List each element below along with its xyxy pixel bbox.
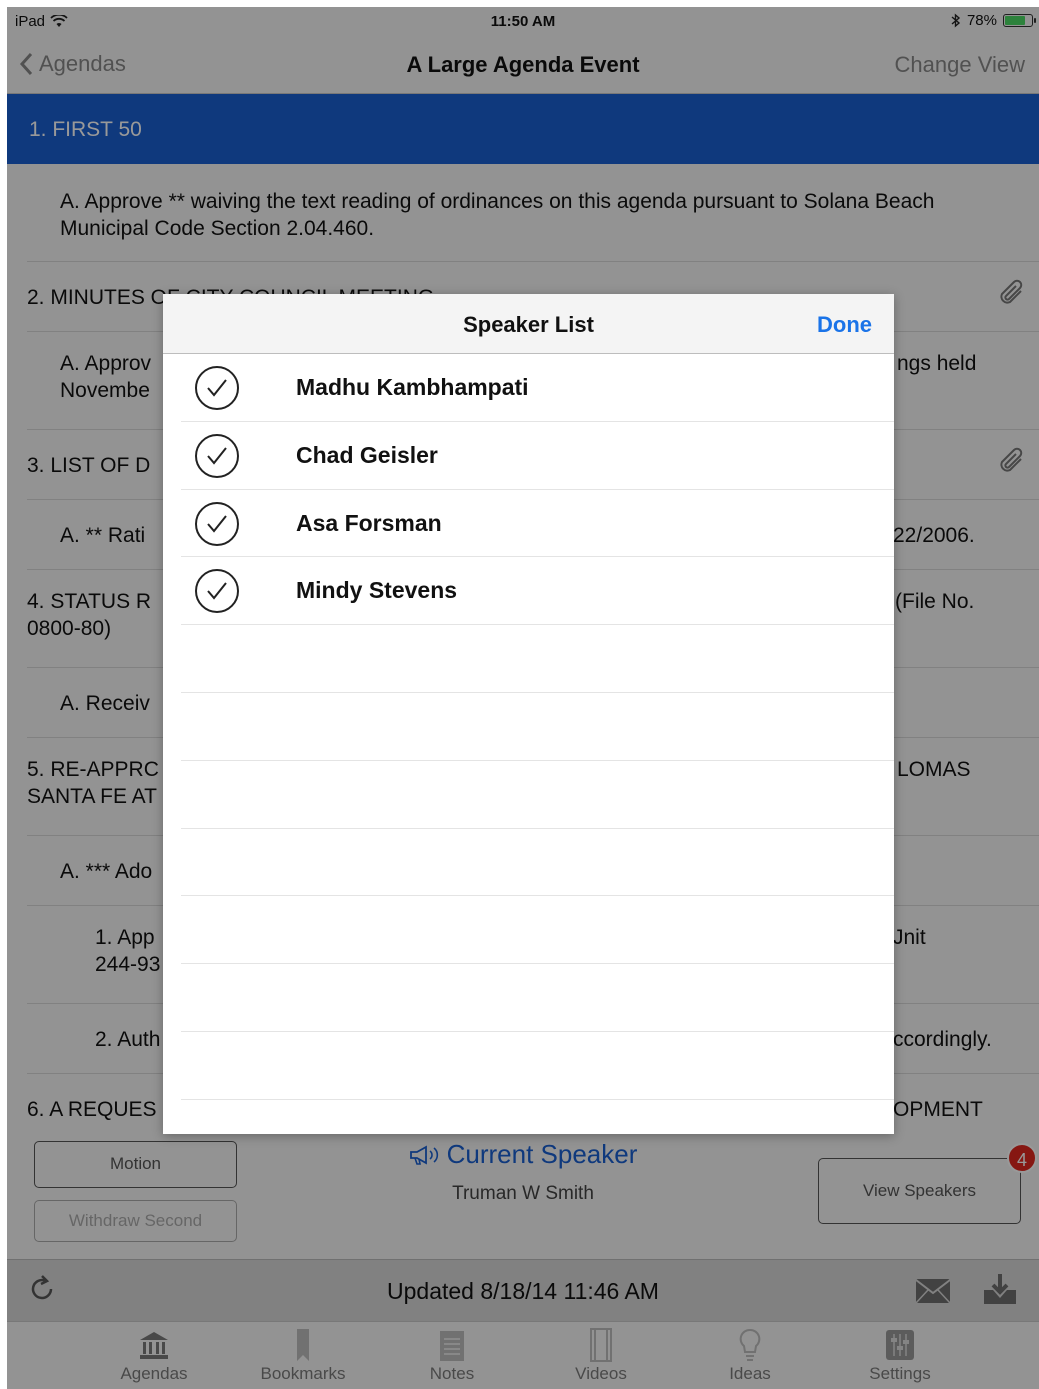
empty-row <box>181 625 894 693</box>
empty-row <box>181 1032 894 1100</box>
empty-row <box>181 693 894 761</box>
popover-title: Speaker List <box>463 312 594 337</box>
speaker-row[interactable]: Asa Forsman <box>181 490 894 558</box>
speaker-name: Asa Forsman <box>296 509 442 536</box>
speaker-name: Mindy Stevens <box>296 577 458 604</box>
done-button[interactable]: Done <box>817 312 872 338</box>
speaker-name: Madhu Kambhampati <box>296 374 529 400</box>
speaker-row[interactable]: Mindy Stevens <box>181 557 894 626</box>
speaker-row[interactable]: Madhu Kambhampati <box>181 354 894 422</box>
empty-row <box>181 761 894 829</box>
speaker-name: Chad Geisler <box>296 441 438 468</box>
checkmark-circle-icon[interactable] <box>194 365 240 411</box>
checkmark-circle-icon[interactable] <box>194 568 240 614</box>
empty-row <box>181 829 894 897</box>
speaker-row[interactable]: Chad Geisler <box>181 422 894 490</box>
checkmark-circle-icon[interactable] <box>194 501 240 547</box>
popover-header: Speaker List Done <box>163 294 894 354</box>
speaker-list: Madhu Kambhampati Chad Geisler Asa Forsm… <box>163 354 894 1100</box>
checkmark-circle-icon[interactable] <box>194 433 240 479</box>
empty-row <box>181 964 894 1032</box>
app-window: iPad 11:50 AM 78% Agendas A Large Agenda… <box>7 7 1039 1389</box>
empty-row <box>181 896 894 965</box>
speaker-list-popover: Speaker List Done Madhu Kambhampati Chad… <box>163 294 894 1134</box>
